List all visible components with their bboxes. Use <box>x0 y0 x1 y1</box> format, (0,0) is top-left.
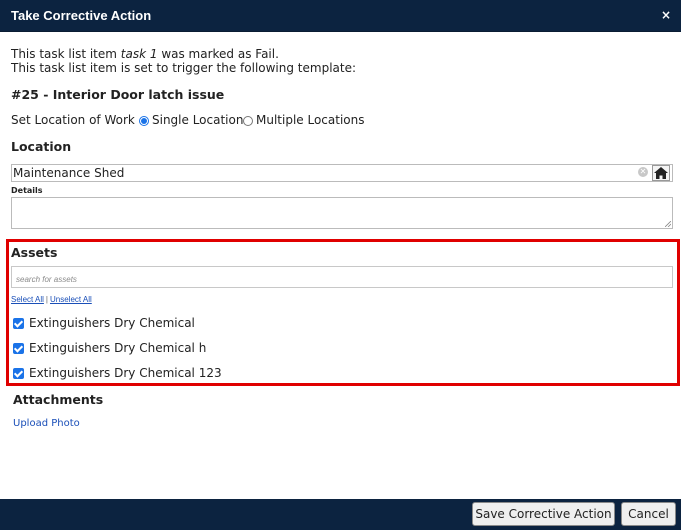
dialog-title: Take Corrective Action <box>11 8 152 23</box>
assets-heading: Assets <box>11 245 58 260</box>
details-label: Details <box>11 186 43 195</box>
select-all-link[interactable]: Select All <box>11 295 44 304</box>
asset-checkbox[interactable] <box>13 368 24 379</box>
single-location-label[interactable]: Single Location <box>152 113 243 127</box>
asset-item-label[interactable]: Extinguishers Dry Chemical h <box>29 341 206 355</box>
selection-links: Select All | Unselect All <box>11 295 92 304</box>
asset-search-field[interactable] <box>11 266 673 290</box>
template-title: #25 - Interior Door latch issue <box>11 87 225 102</box>
location-value: Maintenance Shed <box>13 166 125 180</box>
link-separator: | <box>45 295 48 304</box>
upload-photo-link[interactable]: Upload Photo <box>13 418 80 429</box>
unselect-all-link[interactable]: Unselect All <box>50 295 92 304</box>
resize-handle-icon[interactable] <box>665 221 671 227</box>
multiple-locations-radio[interactable] <box>243 116 253 126</box>
set-location-label: Set Location of Work <box>11 113 135 127</box>
location-field[interactable]: Maintenance Shed ✕ <box>11 164 673 182</box>
attachments-heading: Attachments <box>13 392 104 407</box>
asset-item-label[interactable]: Extinguishers Dry Chemical <box>29 316 195 330</box>
assets-highlight-box <box>6 239 680 386</box>
task-name: task 1 <box>120 47 158 61</box>
asset-checkbox[interactable] <box>13 318 24 329</box>
asset-item-label[interactable]: Extinguishers Dry Chemical 123 <box>29 366 222 380</box>
single-location-radio[interactable] <box>139 116 149 126</box>
dialog-footer: Save Corrective Action Cancel <box>0 499 681 530</box>
asset-checkbox[interactable] <box>13 343 24 354</box>
details-textarea[interactable] <box>11 197 673 229</box>
clear-icon[interactable]: ✕ <box>638 167 648 177</box>
dialog-titlebar: Take Corrective Action × <box>0 0 681 32</box>
multiple-locations-label[interactable]: Multiple Locations <box>256 113 365 127</box>
intro-line-1: This task list item task 1 was marked as… <box>11 47 279 61</box>
cancel-button[interactable]: Cancel <box>621 502 676 526</box>
dialog-body: This task list item task 1 was marked as… <box>0 31 681 499</box>
location-heading: Location <box>11 139 72 154</box>
asset-search-input[interactable] <box>14 269 658 290</box>
close-icon[interactable]: × <box>661 8 671 22</box>
save-corrective-action-button[interactable]: Save Corrective Action <box>472 502 615 526</box>
intro-line-2: This task list item is set to trigger th… <box>11 61 357 75</box>
home-icon[interactable] <box>652 165 670 181</box>
